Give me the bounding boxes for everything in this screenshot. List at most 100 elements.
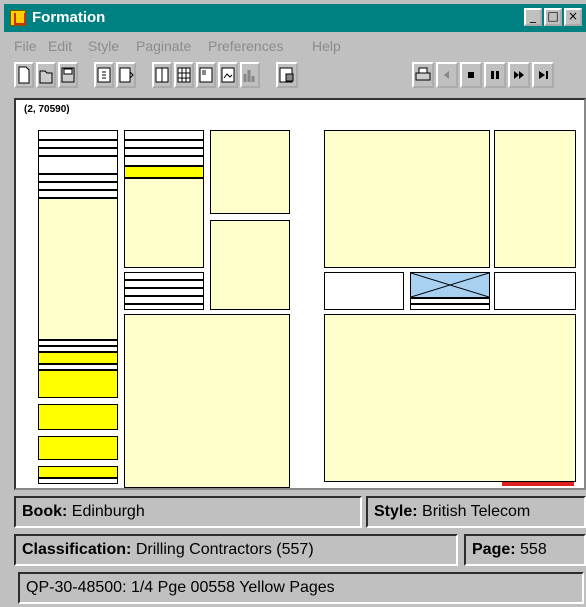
page-value: 558 (520, 541, 547, 558)
app-icon (10, 10, 26, 26)
listing-line (124, 140, 204, 148)
status-row-footer: QP-30-48500: 1/4 Pge 00558 Yellow Pages (14, 572, 586, 604)
layout-grid-button[interactable] (174, 62, 194, 88)
window-title: Formation (32, 9, 106, 26)
listing-block (324, 272, 404, 310)
ad-block[interactable] (324, 130, 490, 268)
step-back-button[interactable] (436, 62, 458, 88)
step-back-icon (444, 71, 449, 79)
listing-block (494, 272, 576, 310)
page-panel: Page: 558 (464, 534, 586, 566)
new-document-icon (18, 66, 30, 84)
stop-icon (468, 72, 474, 78)
play-to-end-icon (539, 71, 548, 79)
classification-label: Classification: (22, 541, 132, 558)
grid-icon (177, 67, 191, 83)
pause-icon (491, 71, 499, 79)
minimize-button[interactable]: _ (524, 8, 542, 26)
listing-line (124, 288, 204, 296)
printer-icon (415, 67, 431, 81)
pause-button[interactable] (484, 62, 506, 88)
page-next-icon (119, 67, 134, 83)
open-folder-icon (39, 70, 53, 84)
footer-panel: QP-30-48500: 1/4 Pge 00558 Yellow Pages (18, 572, 584, 604)
open-button[interactable] (36, 62, 56, 88)
print-button[interactable] (412, 62, 434, 88)
ad-block[interactable] (124, 178, 204, 268)
stop-button[interactable] (460, 62, 482, 88)
new-document-button[interactable] (14, 62, 34, 88)
layout-columns-button[interactable] (152, 62, 172, 88)
ad-block[interactable] (124, 314, 290, 488)
chart-icon (243, 70, 255, 82)
highlighted-listing[interactable] (124, 166, 204, 178)
menu-help[interactable]: Help (312, 38, 341, 54)
formation-window: Formation _ □ × File Edit Style Paginate… (0, 0, 586, 607)
classification-panel: Classification: Drilling Contractors (55… (14, 534, 458, 566)
highlighted-listing[interactable] (38, 404, 118, 430)
ad-block[interactable] (494, 130, 576, 268)
listing-line (410, 304, 490, 310)
menu-preferences[interactable]: Preferences (208, 38, 283, 54)
save-button[interactable] (58, 62, 78, 88)
toolbar (14, 62, 586, 92)
menu-paginate[interactable]: Paginate (136, 38, 191, 54)
book-panel: Book: Edinburgh (14, 496, 362, 528)
style-value: British Telecom (422, 503, 531, 520)
layout-blocks-button[interactable] (196, 62, 216, 88)
image-placeholder[interactable] (410, 272, 490, 298)
maximize-button[interactable]: □ (544, 8, 562, 26)
highlighted-listing[interactable] (38, 436, 118, 460)
highlighted-listing[interactable] (38, 466, 118, 478)
page-next-button[interactable] (116, 62, 136, 88)
page-prev-button[interactable] (94, 62, 114, 88)
ad-block[interactable] (38, 198, 118, 340)
status-row-book: Book: Edinburgh Style: British Telecom (14, 496, 586, 528)
layout-image-button[interactable] (218, 62, 238, 88)
listing-line (38, 140, 118, 148)
page-label: Page: (472, 541, 516, 558)
close-button[interactable]: × (564, 8, 582, 26)
listing-line (38, 156, 118, 174)
play-to-end-button[interactable] (532, 62, 554, 88)
highlighted-listing[interactable] (38, 370, 118, 398)
ad-block[interactable] (324, 314, 576, 482)
book-label: Book: (22, 503, 68, 520)
fast-forward-button[interactable] (508, 62, 530, 88)
footer-text: QP-30-48500: 1/4 Pge 00558 Yellow Pages (26, 579, 335, 596)
blocks-icon (199, 67, 213, 83)
preview-icon (279, 67, 294, 83)
listing-line (124, 296, 204, 304)
listing-line (124, 272, 204, 280)
layout-chart-button[interactable] (240, 62, 260, 88)
page-layout-canvas[interactable]: (2, 70590) (14, 98, 586, 490)
style-panel: Style: British Telecom (366, 496, 586, 528)
preview-button[interactable] (276, 62, 298, 88)
cursor-coordinates: (2, 70590) (24, 104, 70, 115)
classification-value: Drilling Contractors (557) (135, 541, 314, 558)
ad-block[interactable] (210, 130, 290, 214)
page-prev-icon (97, 67, 111, 83)
page-end-marker (502, 482, 574, 486)
menu-edit[interactable]: Edit (48, 38, 72, 54)
listing-line (38, 148, 118, 156)
ad-block[interactable] (210, 220, 290, 310)
listing-line (38, 182, 118, 190)
image-placeholder-icon (410, 272, 490, 298)
listing-line (38, 190, 118, 198)
status-row-classification: Classification: Drilling Contractors (55… (14, 534, 586, 566)
columns-icon (155, 67, 169, 83)
style-label: Style: (374, 503, 418, 520)
image-layout-icon (221, 67, 235, 83)
fast-forward-icon (514, 71, 524, 79)
listing-line (124, 156, 204, 166)
listing-line (38, 174, 118, 182)
menu-style[interactable]: Style (88, 38, 119, 54)
listing-line (124, 148, 204, 156)
title-bar[interactable]: Formation _ □ × (4, 4, 586, 32)
menu-file[interactable]: File (14, 38, 37, 54)
book-value: Edinburgh (71, 503, 145, 520)
highlighted-listing[interactable] (38, 352, 118, 364)
listing-line (38, 130, 118, 140)
listing-line (124, 130, 204, 140)
